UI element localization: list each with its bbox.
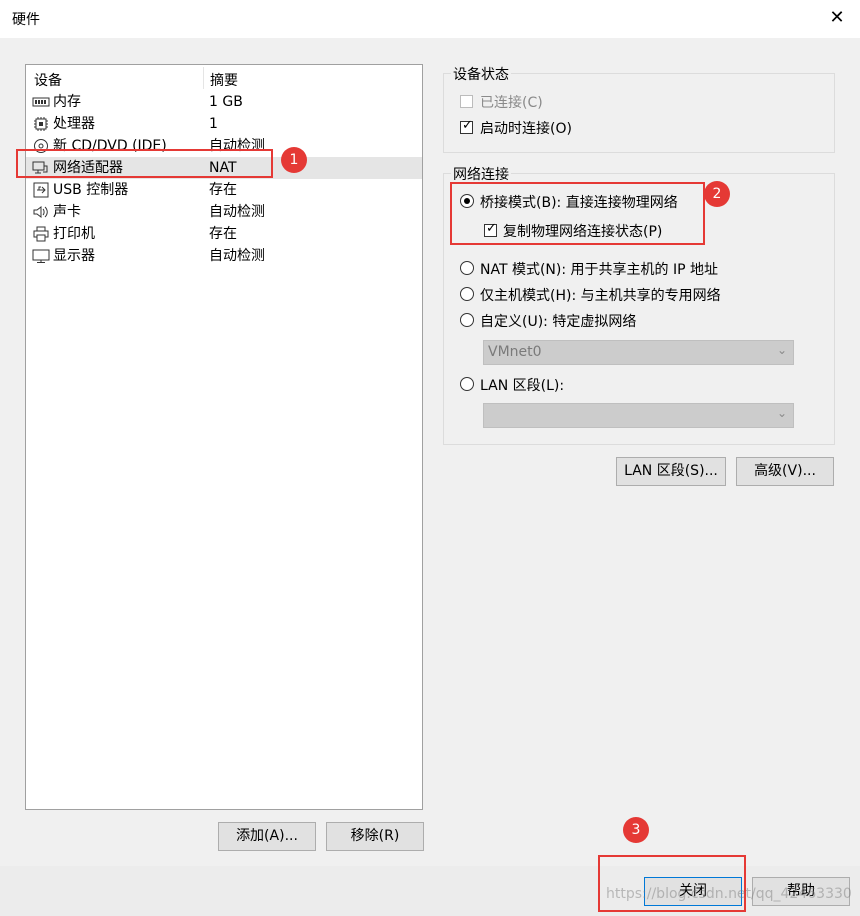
device-status-legend: 设备状态 [451, 64, 511, 84]
highlight-box-bridged [450, 182, 705, 245]
custom-label[interactable]: 自定义(U): 特定虚拟网络 [480, 311, 636, 331]
lan-segment-label[interactable]: LAN 区段(L): [480, 375, 564, 395]
device-name: 显示器 [53, 248, 95, 264]
chevron-down-icon: ⌄ [776, 343, 787, 357]
device-summary: 自动检测 [209, 248, 265, 264]
custom-network-select[interactable]: VMnet0 ⌄ [483, 340, 794, 365]
device-row-display[interactable]: 显示器 自动检测 [26, 245, 422, 267]
column-divider [203, 67, 204, 89]
remove-device-button[interactable]: 移除(R) [326, 822, 424, 851]
checkmark-icon: ✓ [462, 118, 473, 133]
device-summary: 存在 [209, 226, 237, 242]
custom-network-value: VMnet0 [488, 344, 542, 360]
watermark: https://blog.csdn.net/qq_42463330 [606, 886, 852, 902]
speaker-icon [33, 206, 48, 218]
device-row-sound-card[interactable]: 声卡 自动检测 [26, 201, 422, 223]
processor-icon [34, 117, 48, 131]
close-window-icon[interactable]: ✕ [826, 6, 848, 30]
device-name: USB 控制器 [53, 182, 129, 198]
device-name: 处理器 [53, 116, 95, 132]
nat-radio[interactable] [460, 261, 474, 275]
lan-segments-button[interactable]: LAN 区段(S)... [616, 457, 726, 486]
device-row-usb-controller[interactable]: USB 控制器 存在 [26, 179, 422, 201]
network-connection-legend: 网络连接 [451, 164, 511, 184]
step-marker-1: 1 [281, 147, 307, 173]
device-summary: 自动检测 [209, 204, 265, 220]
device-summary: 1 GB [209, 94, 243, 110]
add-device-button[interactable]: 添加(A)... [218, 822, 316, 851]
nat-label[interactable]: NAT 模式(N): 用于共享主机的 IP 地址 [480, 259, 718, 279]
device-summary: 1 [209, 116, 218, 132]
step-marker-3: 3 [623, 817, 649, 843]
custom-radio[interactable] [460, 313, 474, 327]
connected-label[interactable]: 已连接(C) [480, 92, 543, 112]
column-header-device[interactable]: 设备 [34, 70, 62, 90]
device-row-processor[interactable]: 处理器 1 [26, 113, 422, 135]
highlight-box-close [598, 855, 746, 912]
device-name: 内存 [53, 94, 81, 110]
printer-icon [33, 226, 49, 242]
host-only-radio[interactable] [460, 287, 474, 301]
connect-at-power-on-checkbox[interactable]: ✓ [460, 118, 473, 134]
lan-segment-radio[interactable] [460, 377, 474, 391]
connect-at-power-on-label[interactable]: 启动时连接(O) [480, 118, 572, 138]
device-row-memory[interactable]: 内存 1 GB [26, 91, 422, 113]
device-row-printer[interactable]: 打印机 存在 [26, 223, 422, 245]
title-bar [0, 0, 860, 38]
monitor-icon [32, 249, 50, 263]
host-only-label[interactable]: 仅主机模式(H): 与主机共享的专用网络 [480, 285, 721, 305]
chevron-down-icon: ⌄ [776, 406, 787, 420]
step-marker-2: 2 [704, 181, 730, 207]
device-name: 声卡 [53, 204, 81, 220]
highlight-box-network-adapter [16, 149, 273, 178]
window-title: 硬件 [12, 12, 40, 28]
device-name: 打印机 [53, 226, 95, 242]
advanced-button[interactable]: 高级(V)... [736, 457, 834, 486]
device-status-group [443, 73, 835, 153]
usb-icon [33, 182, 49, 198]
device-summary: 存在 [209, 182, 237, 198]
memory-icon [32, 97, 50, 107]
connected-checkbox[interactable] [460, 95, 473, 108]
column-header-summary[interactable]: 摘要 [210, 70, 238, 90]
lan-segment-select[interactable]: ⌄ [483, 403, 794, 428]
